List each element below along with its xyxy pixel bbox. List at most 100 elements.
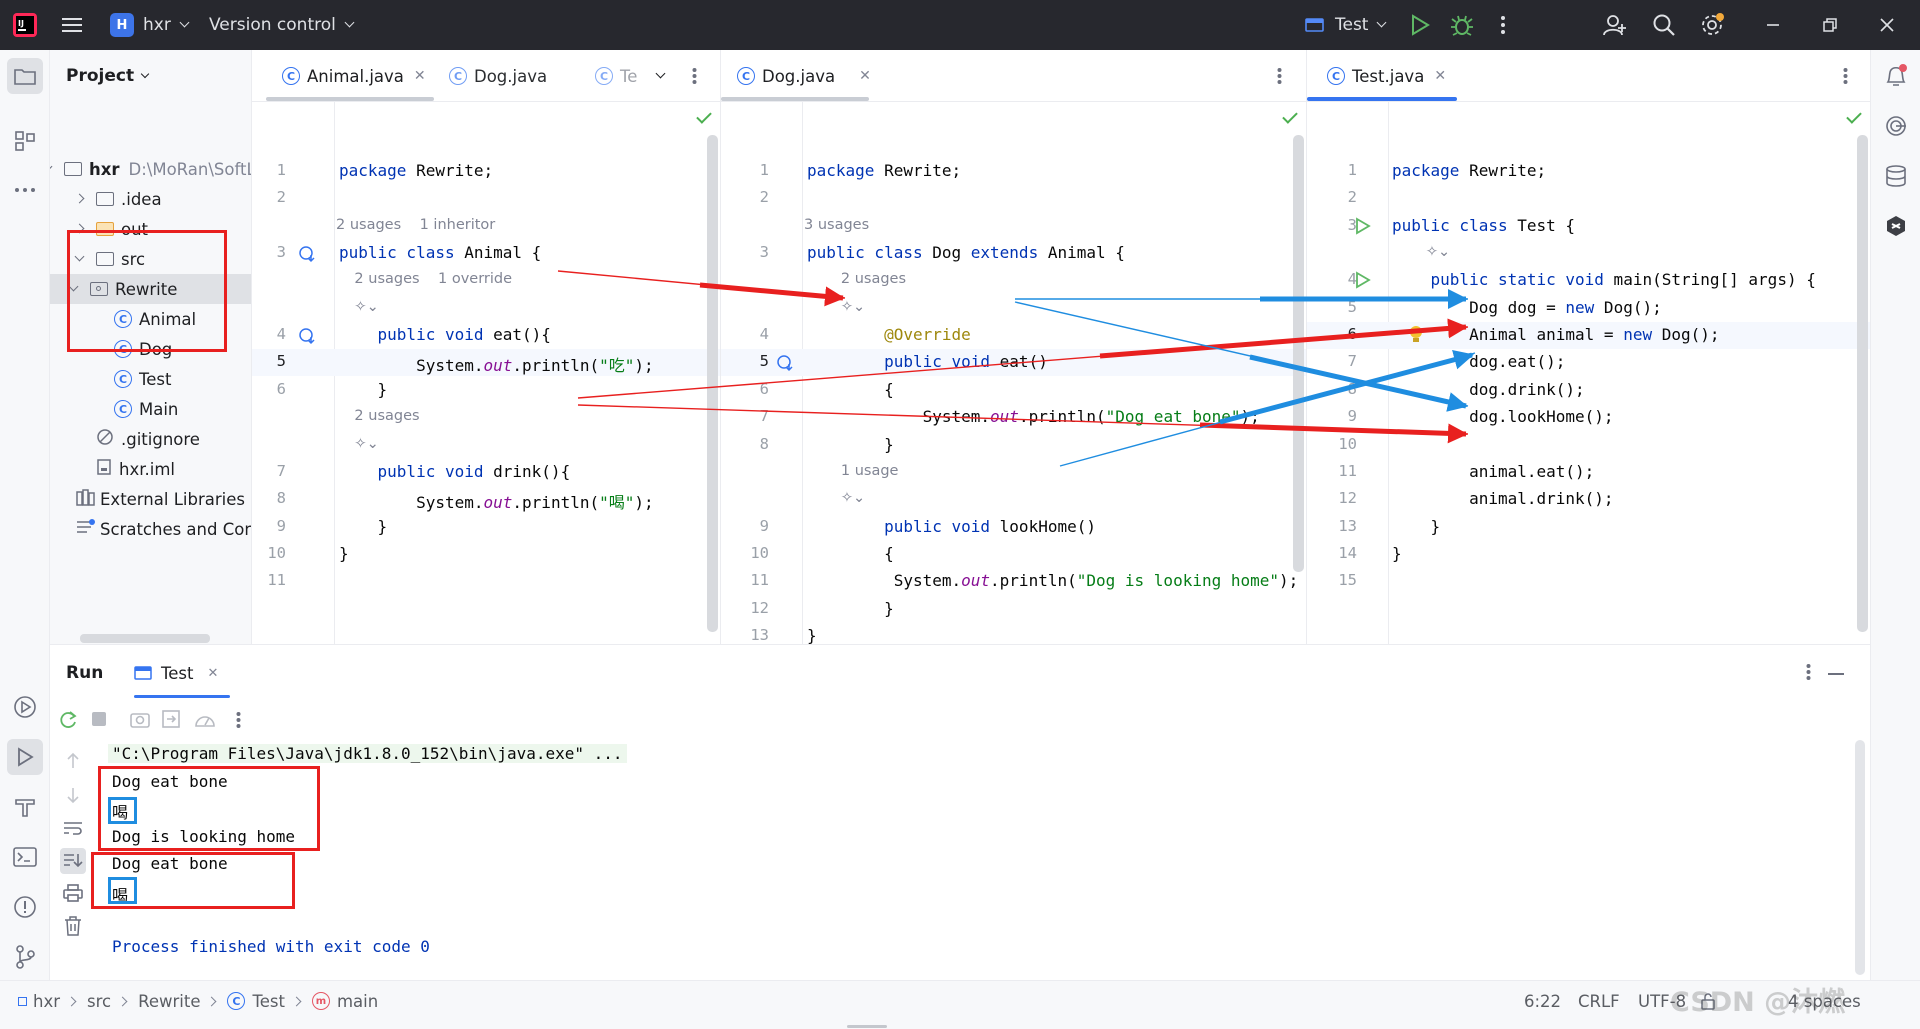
add-user-icon[interactable] — [1603, 0, 1627, 50]
editor-vertical-scrollbar[interactable] — [1293, 135, 1304, 572]
implemented-gutter-icon[interactable] — [298, 245, 316, 263]
close-window-icon[interactable] — [1879, 0, 1895, 50]
run-toolbar-more-icon[interactable] — [236, 711, 241, 734]
inlay-hint[interactable]: ✧⌄ — [336, 436, 378, 452]
tab-dog-java[interactable]: C Dog.java ✕ — [737, 50, 871, 102]
editor-more-icon[interactable] — [692, 50, 697, 102]
implemented-gutter-icon[interactable] — [298, 327, 316, 345]
chevron-right-icon[interactable] — [74, 193, 85, 204]
tab-test-java[interactable]: C Test.java ✕ — [1327, 50, 1446, 102]
run-gutter-icon[interactable] — [1355, 271, 1371, 289]
breadcrumb-item[interactable]: C Test — [227, 992, 285, 1011]
tree-item-external-libraries[interactable]: External Libraries — [50, 484, 251, 514]
inlay-hint[interactable]: ✧⌄ — [1389, 244, 1450, 260]
ai-assistant-icon[interactable] — [1871, 106, 1920, 146]
caret-position[interactable]: 6:22 — [1524, 981, 1561, 1021]
copilot-icon[interactable] — [1871, 206, 1920, 246]
breadcrumb-item[interactable]: Rewrite — [138, 992, 200, 1011]
inlay-hint[interactable]: ✧⌄ — [804, 299, 865, 315]
tree-item-test[interactable]: C Test — [50, 364, 251, 394]
tree-horizontal-scrollbar[interactable] — [80, 634, 210, 643]
build-tool-icon[interactable] — [0, 787, 50, 827]
hide-panel-icon[interactable] — [1828, 673, 1844, 675]
problems-icon[interactable] — [0, 887, 50, 927]
screenshot-icon[interactable] — [130, 710, 150, 733]
app-logo-icon[interactable]: IJ — [12, 0, 38, 50]
coverage-icon[interactable] — [194, 710, 216, 733]
scroll-up-icon[interactable] — [66, 752, 80, 775]
tree-item-rewrite[interactable]: Rewrite — [50, 274, 251, 304]
tree-item-gitignore[interactable]: .gitignore — [50, 424, 251, 454]
tree-item-idea[interactable]: .idea — [50, 184, 251, 214]
breadcrumb-item[interactable]: src — [87, 992, 111, 1011]
search-icon[interactable] — [1652, 0, 1676, 50]
run-tab-test[interactable]: Test ✕ — [134, 645, 218, 701]
bottom-drag-handle[interactable] — [847, 1025, 887, 1028]
database-icon[interactable] — [1871, 156, 1920, 196]
console-vertical-scrollbar[interactable] — [1855, 740, 1865, 975]
editor-more-icon[interactable] — [1277, 50, 1282, 102]
tree-item-hxr[interactable]: hxr D:\MoRan\SoftLea — [50, 154, 251, 184]
restore-layout-icon[interactable] — [162, 710, 180, 733]
tree-item-out[interactable]: out — [50, 214, 251, 244]
tree-item-src[interactable]: src — [50, 244, 251, 274]
structure-tool-icon[interactable] — [0, 121, 50, 161]
close-tab-icon[interactable]: ✕ — [859, 68, 871, 84]
breadcrumb-item[interactable]: m main — [311, 992, 378, 1011]
tab-dog-java[interactable]: C Dog.java — [449, 50, 547, 102]
minimize-icon[interactable] — [1765, 0, 1781, 50]
tab-list-chevron-icon[interactable] — [655, 50, 666, 102]
inlay-hint[interactable]: 1 usage — [804, 463, 899, 479]
print-icon[interactable] — [63, 884, 83, 907]
tree-item-main[interactable]: C Main — [50, 394, 251, 424]
inlay-hint[interactable]: 2 usages — [336, 408, 419, 424]
terminal-icon[interactable] — [0, 837, 50, 877]
inlay-hint[interactable]: 3 usages — [804, 217, 869, 233]
soft-wrap-icon[interactable] — [63, 820, 83, 841]
vcs-menu[interactable]: Version control — [209, 0, 355, 50]
inlay-hint[interactable]: 2 usages — [804, 271, 906, 287]
chevron-down-icon[interactable] — [68, 281, 79, 292]
tab-animal-java[interactable]: C Animal.java ✕ — [282, 50, 426, 102]
inlay-hint[interactable]: ✧⌄ — [336, 299, 378, 315]
breadcrumb-item[interactable]: hxr — [18, 992, 60, 1011]
run-gutter-icon[interactable] — [1355, 217, 1371, 235]
inlay-hint[interactable]: 2 usages 1 override — [336, 271, 512, 287]
git-icon[interactable] — [0, 937, 50, 977]
stop-icon[interactable] — [92, 712, 106, 726]
close-tab-icon[interactable]: ✕ — [208, 666, 219, 681]
run-icon[interactable] — [1410, 0, 1430, 50]
main-menu-icon[interactable] — [62, 0, 82, 50]
tab-test-java-truncated[interactable]: C Te — [595, 50, 637, 102]
scroll-down-icon[interactable] — [66, 786, 80, 809]
more-actions-icon[interactable] — [1500, 0, 1506, 50]
project-switcher[interactable]: H hxr — [110, 0, 190, 50]
console-output[interactable]: "C:\Program Files\Java\jdk1.8.0_152\bin\… — [100, 740, 1870, 980]
run-tool-icon[interactable] — [0, 737, 50, 777]
rerun-icon[interactable] — [58, 710, 78, 735]
services-icon[interactable] — [0, 687, 50, 727]
editor-more-icon[interactable] — [1843, 50, 1848, 102]
clear-console-icon[interactable] — [64, 916, 82, 941]
inlay-hint[interactable]: 2 usages 1 inheritor — [336, 217, 495, 233]
tree-item-dog[interactable]: C Dog — [50, 334, 251, 364]
overrides-gutter-icon[interactable] — [776, 354, 794, 372]
line-separator[interactable]: CRLF — [1578, 981, 1620, 1021]
run-more-icon[interactable] — [1806, 663, 1811, 686]
chevron-right-icon[interactable] — [74, 223, 85, 234]
close-tab-icon[interactable]: ✕ — [1434, 68, 1446, 84]
chevron-down-icon[interactable] — [50, 161, 53, 172]
restore-icon[interactable] — [1822, 0, 1838, 50]
tree-item-hxr-iml[interactable]: hxr.iml — [50, 454, 251, 484]
tree-item-animal[interactable]: C Animal — [50, 304, 251, 334]
scroll-to-end-icon[interactable] — [60, 848, 86, 874]
chevron-down-icon[interactable] — [74, 251, 85, 262]
editor-vertical-scrollbar[interactable] — [1857, 135, 1868, 632]
debug-icon[interactable] — [1450, 0, 1474, 50]
notifications-icon[interactable] — [1871, 56, 1920, 96]
more-tools-icon[interactable] — [0, 170, 50, 210]
tree-item-scratches-and-console[interactable]: Scratches and Console — [50, 514, 251, 544]
project-panel-header[interactable]: Project — [66, 50, 150, 102]
editor-vertical-scrollbar[interactable] — [707, 135, 718, 632]
run-config-selector[interactable]: Test — [1305, 0, 1387, 50]
